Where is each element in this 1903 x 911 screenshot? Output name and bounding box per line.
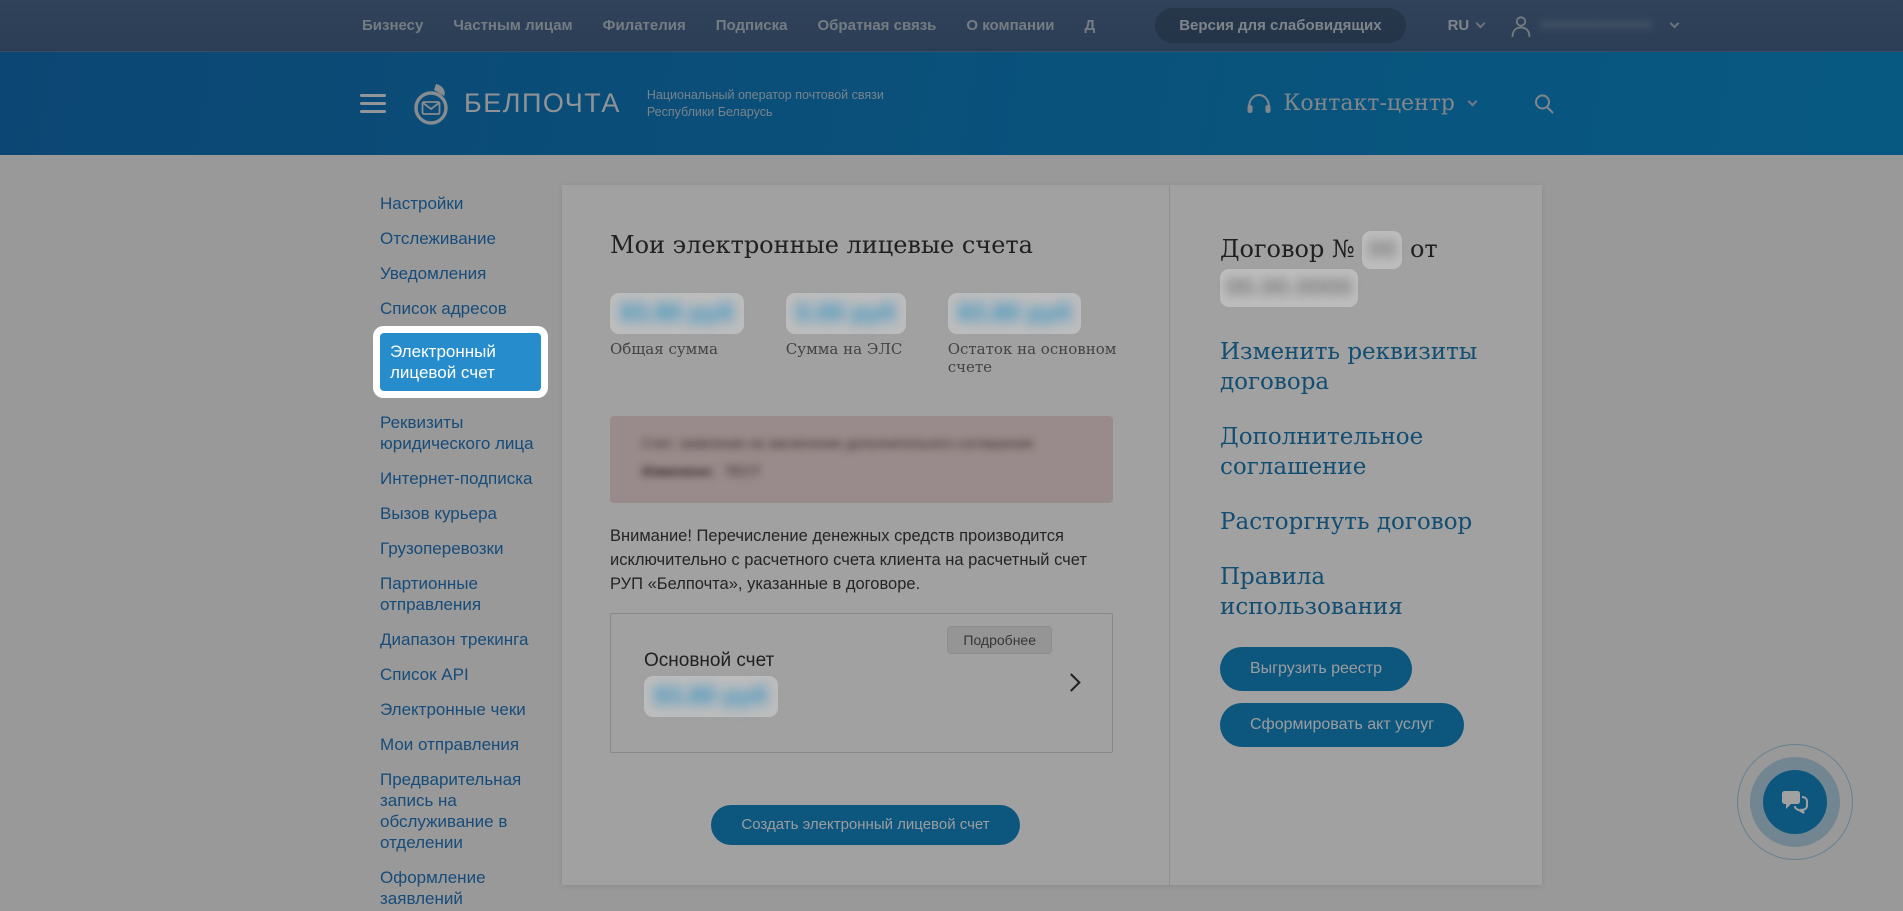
nav-about[interactable]: О компании — [966, 17, 1054, 34]
balance-summary: 83.80 руб Общая сумма 0.00 руб Сумма на … — [610, 293, 1169, 376]
account-sidebar: Настройки Отслеживание Уведомления Списо… — [380, 193, 550, 911]
summary-label: Сумма на ЭЛС — [786, 340, 906, 358]
language-label: RU — [1448, 17, 1470, 34]
contract-heading: Договор № 00 от 00.00.0000 — [1220, 231, 1512, 307]
contract-section: Договор № 00 от 00.00.0000 Изменить рекв… — [1169, 185, 1542, 885]
nav-philately[interactable]: Филателия — [603, 17, 686, 34]
headset-icon — [1245, 91, 1273, 117]
terminate-contract-link[interactable]: Расторгнуть договор — [1220, 507, 1512, 537]
main-balance-redacted: 83.80 руб — [948, 293, 1082, 334]
page-content: Настройки Отслеживание Уведомления Списо… — [0, 155, 1903, 911]
sidebar-item-api-list[interactable]: Список API — [380, 664, 550, 685]
top-utility-bar: Бизнесу Частным лицам Филателия Подписка… — [0, 0, 1903, 52]
details-button[interactable]: Подробнее — [947, 626, 1052, 654]
main-account-card[interactable]: Подробнее Основной счет 83.80 руб — [610, 613, 1113, 753]
language-selector[interactable]: RU — [1448, 17, 1485, 34]
chevron-down-icon — [1476, 19, 1486, 29]
nav-private[interactable]: Частным лицам — [453, 17, 572, 34]
chevron-down-icon — [1468, 97, 1478, 107]
alert-line1-redacted: Счет: заявление на заключение дополнител… — [642, 436, 1097, 451]
nav-business[interactable]: Бизнесу — [362, 17, 423, 34]
contract-number-redacted: 00 — [1362, 233, 1402, 269]
belpochta-logo[interactable]: БЕЛПОЧТА — [406, 78, 621, 130]
alert-line2-redacted: Изменено:ТЕСТ — [642, 463, 1097, 479]
user-account-menu[interactable]: •••••••••••••••••• — [1510, 14, 1678, 38]
change-contract-details-link[interactable]: Изменить реквизиты договора — [1220, 337, 1512, 397]
nav-subscription[interactable]: Подписка — [716, 17, 788, 34]
warning-text: Внимание! Перечисление денежных средств … — [610, 525, 1115, 597]
els-amount-redacted: 0.00 руб — [786, 293, 906, 334]
summary-main-balance: 83.80 руб Остаток на основном счете — [948, 293, 1127, 376]
sidebar-item-applications[interactable]: Оформление заявлений — [380, 867, 550, 909]
sidebar-item-e-receipts[interactable]: Электронные чеки — [380, 699, 550, 720]
hamburger-menu-icon[interactable] — [360, 89, 386, 118]
sidebar-item-settings[interactable]: Настройки — [380, 193, 550, 214]
brand-name: БЕЛПОЧТА — [464, 88, 621, 119]
user-email-redacted: •••••••••••••••••• — [1540, 17, 1653, 34]
nav-d[interactable]: Д — [1085, 17, 1096, 34]
contract-date-redacted: 00.00.0000 — [1220, 271, 1358, 307]
brand-tagline: Национальный оператор почтовой связи Рес… — [647, 87, 884, 121]
export-registry-button[interactable]: Выгрузить реестр — [1220, 647, 1412, 691]
chevron-down-icon — [1669, 19, 1679, 29]
account-panel: Мои электронные лицевые счета 83.80 руб … — [562, 185, 1542, 885]
sidebar-item-branch-appointment[interactable]: Предварительная запись на обслуживание в… — [380, 769, 550, 853]
generate-service-act-button[interactable]: Сформировать акт услуг — [1220, 703, 1464, 747]
sidebar-item-courier-call[interactable]: Вызов курьера — [380, 503, 550, 524]
total-amount-redacted: 83.80 руб — [610, 293, 744, 334]
sidebar-item-notifications[interactable]: Уведомления — [380, 263, 550, 284]
summary-total: 83.80 руб Общая сумма — [610, 293, 744, 376]
chat-bubbles-icon — [1780, 788, 1810, 816]
summary-els: 0.00 руб Сумма на ЭЛС — [786, 293, 906, 376]
sidebar-item-cargo[interactable]: Грузоперевозки — [380, 538, 550, 559]
contact-center-link[interactable]: Контакт-центр — [1283, 91, 1455, 116]
account-amount-redacted: 83.80 руб — [644, 676, 778, 717]
sidebar-item-batch-shipments[interactable]: Партионные отправления — [380, 573, 550, 615]
sidebar-item-address-list[interactable]: Список адресов — [380, 298, 550, 319]
create-account-button[interactable]: Создать электронный лицевой счет — [711, 805, 1019, 845]
nav-feedback[interactable]: Обратная связь — [818, 17, 937, 34]
search-icon[interactable] — [1532, 92, 1556, 116]
usage-rules-link[interactable]: Правила использования — [1220, 562, 1512, 622]
chat-button[interactable] — [1763, 770, 1827, 834]
electronic-accounts-section: Мои электронные лицевые счета 83.80 руб … — [562, 185, 1169, 885]
contract-links: Изменить реквизиты договора Дополнительн… — [1220, 337, 1512, 622]
posthorn-envelope-icon — [406, 78, 458, 130]
alert-box: Счет: заявление на заключение дополнител… — [610, 416, 1113, 503]
main-header: БЕЛПОЧТА Национальный оператор почтовой … — [0, 52, 1903, 155]
sidebar-item-legal-details[interactable]: Реквизиты юридического лица — [380, 412, 550, 454]
summary-label: Остаток на основном счете — [948, 340, 1127, 376]
additional-agreement-link[interactable]: Дополнительное соглашение — [1220, 422, 1512, 482]
chat-widget — [1737, 744, 1853, 860]
sidebar-item-internet-subscription[interactable]: Интернет-подписка — [380, 468, 550, 489]
sidebar-item-electronic-account-active[interactable]: Электронный лицевой счет — [380, 333, 541, 391]
sidebar-item-my-shipments[interactable]: Мои отправления — [380, 734, 550, 755]
sidebar-item-tracking[interactable]: Отслеживание — [380, 228, 550, 249]
accessibility-version-button[interactable]: Версия для слабовидящих — [1155, 8, 1405, 43]
sidebar-item-tracking-range[interactable]: Диапазон трекинга — [380, 629, 550, 650]
summary-label: Общая сумма — [610, 340, 744, 358]
page-title: Мои электронные лицевые счета — [610, 231, 1169, 259]
person-icon — [1510, 14, 1532, 38]
